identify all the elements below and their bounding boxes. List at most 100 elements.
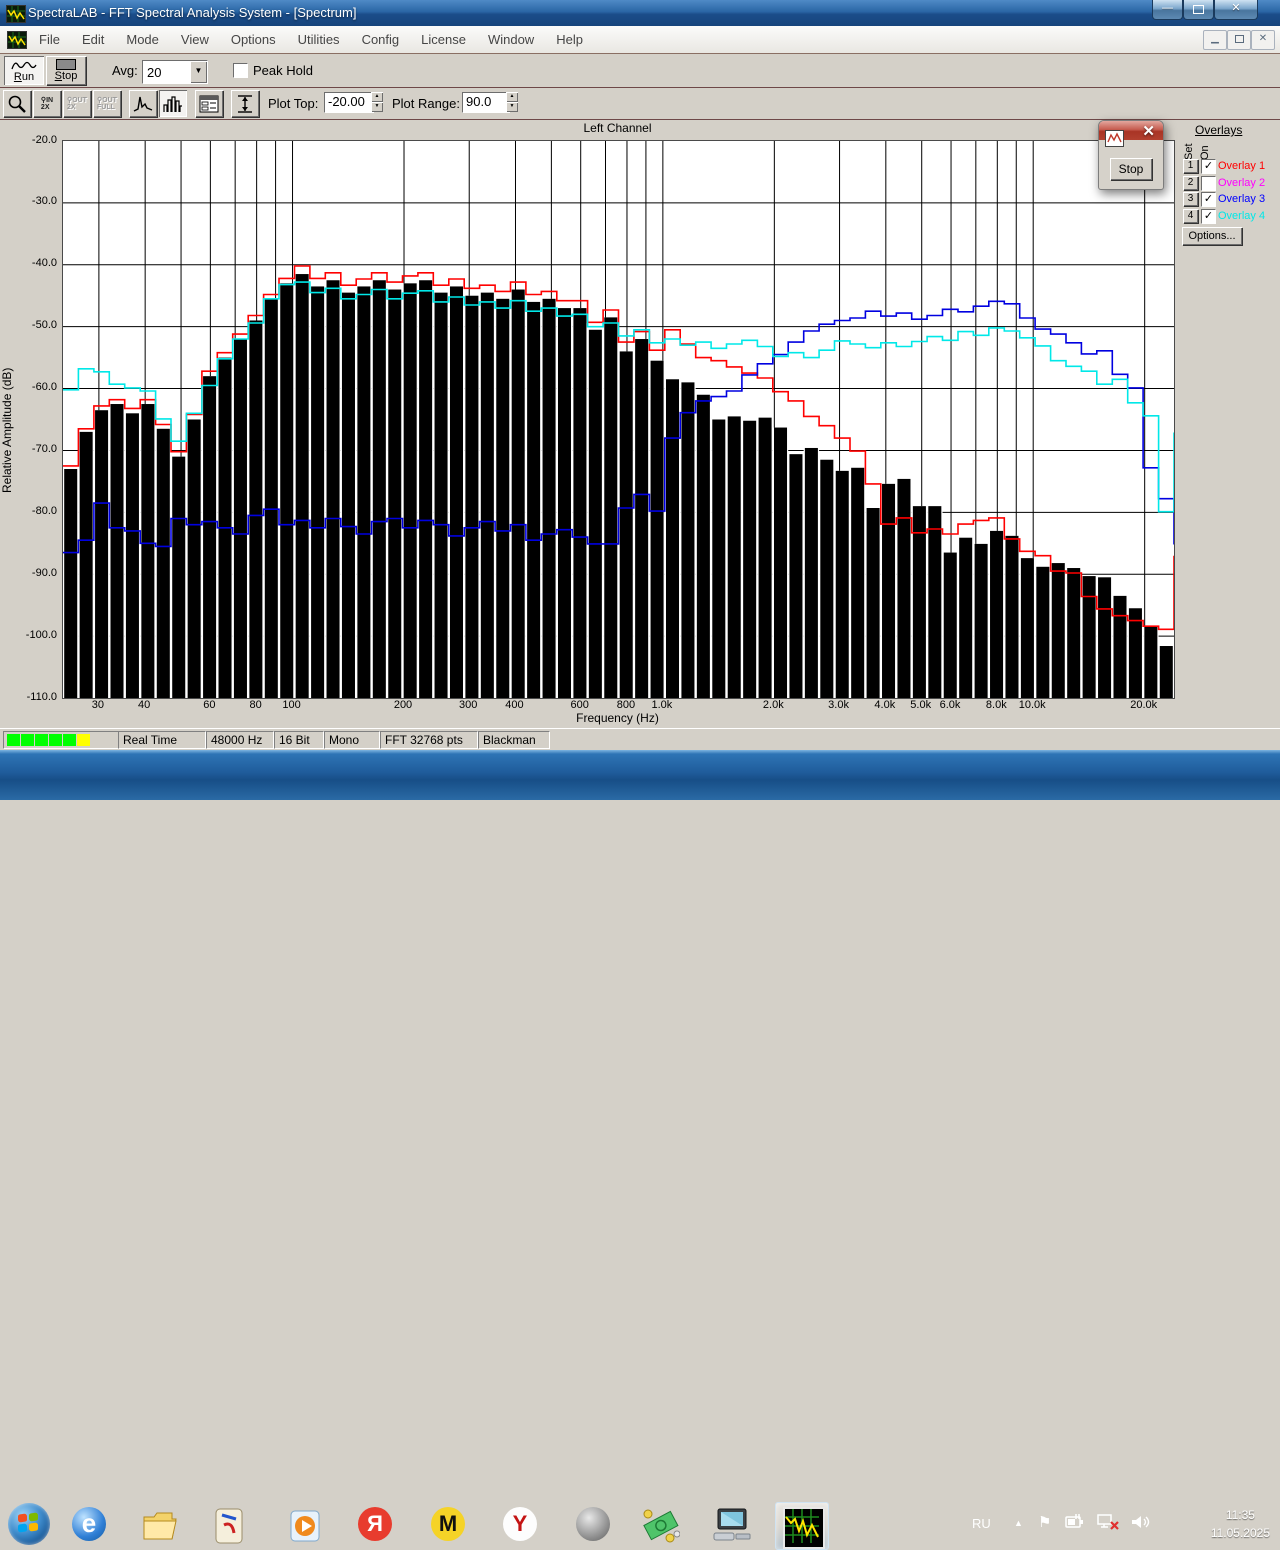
overlay-on-checkbox-2[interactable] [1201, 175, 1216, 191]
mdi-close-button[interactable]: ✕ [1251, 30, 1275, 50]
file-explorer-icon[interactable] [142, 1509, 178, 1545]
spectrum-plot[interactable] [62, 140, 1175, 699]
y-tick-label: -100.0 [25, 628, 57, 641]
plot-range-input[interactable]: 90.0 [462, 92, 510, 113]
speaker-app-icon[interactable] [576, 1507, 612, 1543]
mdi-restore-button[interactable] [1227, 30, 1251, 50]
minimize-button[interactable]: — [1152, 0, 1183, 20]
avg-dropdown[interactable]: 20 ▼ [142, 60, 208, 84]
money-app-icon[interactable] [640, 1506, 681, 1543]
menu-bar: File Edit Mode View Options Utilities Config Li… [0, 26, 1280, 54]
start-button[interactable] [8, 1503, 50, 1545]
x-tick-label: 600 [570, 699, 589, 711]
overlay-options-button[interactable]: Options... [1182, 227, 1242, 245]
title-bar: SpectraLAB - FFT Spectral Analysis Syste… [0, 0, 1280, 26]
status-cell-6: Blackman [478, 731, 550, 749]
chevron-down-icon[interactable]: ▼ [190, 61, 207, 83]
flag-icon[interactable]: ⚑ [1038, 1513, 1051, 1531]
avg-value: 20 [147, 64, 162, 80]
vertical-range-icon [238, 94, 252, 113]
menu-item-window[interactable]: Window [477, 32, 545, 47]
plot-top-input[interactable]: -20.00 [324, 92, 374, 113]
spectralab-taskbar-button[interactable] [775, 1502, 829, 1550]
y-tick-label: -60.0 [31, 381, 57, 394]
plot-top-spinner[interactable]: ▲ ▼ [371, 92, 383, 112]
status-bar: Real Time 48000 Hz 16 Bit Mono FFT 32768 pts… [0, 728, 1280, 750]
app-icon [6, 5, 26, 23]
x-tick-label: 300 [459, 699, 478, 711]
overlays-on-label: On [1199, 145, 1211, 160]
tray-expand-icon[interactable]: ▲ [1014, 1518, 1023, 1528]
mini-close-icon[interactable]: ✕ [1142, 122, 1155, 140]
menu-item-config[interactable]: Config [351, 32, 411, 47]
y-tick-label: -70.0 [31, 442, 57, 455]
overlay-set-button-3[interactable]: 3 [1183, 192, 1198, 206]
mini-control-window[interactable]: ✕ Stop [1098, 120, 1164, 190]
stop-rect-icon [56, 59, 76, 70]
sine-wave-icon [11, 61, 37, 69]
clock[interactable]: 11:35 11.05.2025 [1211, 1506, 1270, 1542]
maximize-button[interactable] [1183, 0, 1214, 20]
x-tick-label: 100 [282, 699, 301, 711]
overlay-set-button-2[interactable]: 2 [1183, 175, 1198, 190]
menu-item-edit[interactable]: Edit [71, 32, 115, 47]
peak-hold-label: Peak Hold [253, 63, 313, 78]
y-tick-label: -30.0 [31, 195, 57, 208]
internet-explorer-icon[interactable]: e [72, 1507, 108, 1543]
mdi-minimize-button[interactable]: ▁ [1203, 30, 1227, 50]
network-icon[interactable] [1096, 1513, 1120, 1536]
avg-label: Avg: [112, 63, 138, 78]
x-tick-label: 80 [249, 699, 262, 711]
plot-range-spinner[interactable]: ▲ ▼ [506, 92, 518, 112]
y-tick-label: -110.0 [26, 690, 57, 703]
yandex-search-icon[interactable]: Я [358, 1507, 394, 1543]
zoom-out-2x-button[interactable]: ⚲OUT 2X [63, 90, 91, 117]
mdi-child-icon [7, 31, 27, 49]
overlay-on-checkbox-1[interactable]: ✓ [1201, 159, 1216, 174]
overlay-on-checkbox-3[interactable]: ✓ [1201, 192, 1216, 207]
media-player-icon[interactable] [288, 1508, 324, 1544]
meter-block [63, 734, 76, 746]
menu-item-view[interactable]: View [170, 32, 220, 47]
yandex-metro-icon[interactable]: M [431, 1507, 467, 1543]
x-tick-label: 4.0k [874, 699, 896, 711]
menu-item-utilities[interactable]: Utilities [287, 32, 351, 47]
mini-stop-button[interactable]: Stop [1110, 158, 1152, 180]
peak-hold-checkbox[interactable] [233, 63, 248, 78]
line-display-button[interactable] [129, 90, 157, 117]
stop-button[interactable]: Stop [46, 56, 86, 85]
overlay-set-button-1[interactable]: 1 [1183, 159, 1198, 173]
vertical-scale-button[interactable] [231, 90, 259, 117]
menu-items: File Edit Mode View Options Utilities Config Li… [28, 26, 594, 53]
taskbar: e Я M Y RU ▲ ⚑ 11:35 11.05.2025 [0, 750, 1280, 1550]
menu-item-options[interactable]: Options [220, 32, 287, 47]
my-computer-icon[interactable] [712, 1507, 751, 1543]
status-cell-2: 48000 Hz [206, 731, 274, 749]
zoom-out-full-button[interactable]: ⚲OUT FULL [93, 90, 121, 117]
menu-item-file[interactable]: File [28, 32, 71, 47]
display-options-button[interactable] [195, 90, 223, 117]
x-tick-label: 60 [203, 699, 216, 711]
volume-icon[interactable] [1130, 1513, 1154, 1536]
y-tick-label: -40.0 [31, 257, 57, 270]
zoom-tool-button[interactable] [3, 90, 31, 117]
run-button[interactable]: Run [4, 56, 44, 85]
zoom-in-2x-button[interactable]: ⚲IN 2X [33, 90, 61, 117]
meter-block [35, 734, 48, 746]
y-tick-label: -50.0 [31, 319, 57, 332]
language-indicator[interactable]: RU [972, 1516, 991, 1531]
yandex-browser-icon[interactable]: Y [503, 1507, 539, 1543]
battery-icon[interactable] [1064, 1513, 1086, 1536]
menu-item-license[interactable]: License [410, 32, 477, 47]
close-button[interactable]: ✕ [1214, 0, 1258, 20]
bar-display-button[interactable] [159, 90, 187, 117]
mahjong-icon[interactable] [214, 1507, 250, 1544]
x-tick-label: 30 [91, 699, 104, 711]
menu-item-mode[interactable]: Mode [115, 32, 170, 47]
overlay-set-button-4[interactable]: 4 [1183, 208, 1198, 223]
display-toolbar: ⚲IN 2X ⚲OUT 2X ⚲OUT FULL Plot Top: -20.00 ▲… [0, 88, 1280, 120]
tray-time: 11:35 [1225, 1508, 1255, 1522]
overlay-on-checkbox-4[interactable]: ✓ [1201, 208, 1216, 224]
status-cell-1: Real Time [118, 731, 206, 749]
menu-item-help[interactable]: Help [545, 32, 594, 47]
